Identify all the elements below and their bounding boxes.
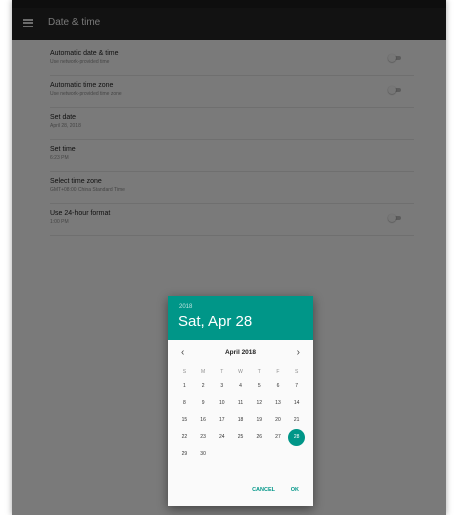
calendar-week: 1 2 3 4 5 6 7 xyxy=(175,380,306,392)
calendar-day-selected-label: 28 xyxy=(293,434,300,440)
calendar-day[interactable]: 22 xyxy=(175,431,194,443)
calendar-week: 15 16 17 18 19 20 21 xyxy=(175,414,306,426)
calendar-week: 29 30 xyxy=(175,448,306,460)
weekday-label: M xyxy=(200,369,206,375)
weekday-label: S xyxy=(295,369,299,375)
calendar-week: 8 9 10 11 12 13 14 xyxy=(175,397,306,409)
calendar-day[interactable]: 7 xyxy=(287,380,306,392)
calendar-day-selected[interactable]: 28 xyxy=(287,428,306,446)
calendar-day[interactable]: 11 xyxy=(231,397,250,409)
calendar-day[interactable]: 30 xyxy=(194,448,213,460)
calendar-day[interactable]: 21 xyxy=(287,414,306,426)
date-picker-dialog: 2018 Sat, Apr 28 ‹ April 2018 › S M T W … xyxy=(168,296,313,506)
calendar-day[interactable]: 10 xyxy=(212,397,231,409)
calendar-day-empty xyxy=(269,448,288,460)
calendar-day[interactable]: 25 xyxy=(231,431,250,443)
month-label: April 2018 xyxy=(224,349,257,356)
screen: Date & time Automatic date & time Use ne… xyxy=(12,0,446,515)
calendar-day[interactable]: 18 xyxy=(231,414,250,426)
calendar-day[interactable]: 5 xyxy=(250,380,269,392)
calendar-day-empty xyxy=(250,448,269,460)
weekday-label: T xyxy=(257,369,261,375)
calendar-day[interactable]: 14 xyxy=(287,397,306,409)
calendar-day[interactable]: 8 xyxy=(175,397,194,409)
weekday-header: S M T W T F S xyxy=(175,366,306,378)
ok-button[interactable]: OK xyxy=(291,484,299,496)
weekday-label: F xyxy=(276,369,280,375)
calendar-day[interactable]: 4 xyxy=(231,380,250,392)
calendar-day[interactable]: 2 xyxy=(194,380,213,392)
calendar-day[interactable]: 24 xyxy=(212,431,231,443)
calendar-day-empty xyxy=(231,448,250,460)
chevron-right-icon[interactable]: › xyxy=(297,346,300,360)
selected-date[interactable]: Sat, Apr 28 xyxy=(178,313,252,330)
calendar-day[interactable]: 23 xyxy=(194,431,213,443)
weekday-label: W xyxy=(238,369,243,375)
calendar-day[interactable]: 16 xyxy=(194,414,213,426)
dialog-actions: CANCEL OK xyxy=(168,484,313,496)
calendar-day[interactable]: 12 xyxy=(250,397,269,409)
calendar-day[interactable]: 19 xyxy=(250,414,269,426)
month-navigation: ‹ April 2018 › xyxy=(168,346,313,360)
calendar-day[interactable]: 1 xyxy=(175,380,194,392)
selected-year[interactable]: 2018 xyxy=(179,304,192,310)
weekday-label: T xyxy=(220,369,224,375)
calendar-day[interactable]: 26 xyxy=(250,431,269,443)
calendar-day[interactable]: 13 xyxy=(269,397,288,409)
calendar-day[interactable]: 17 xyxy=(212,414,231,426)
calendar-day[interactable]: 15 xyxy=(175,414,194,426)
weekday-label: S xyxy=(182,369,187,375)
calendar-week: 22 23 24 25 26 27 28 xyxy=(175,428,306,446)
calendar-day[interactable]: 9 xyxy=(194,397,213,409)
calendar-day-empty xyxy=(287,448,306,460)
calendar-day-empty xyxy=(212,448,231,460)
calendar-day[interactable]: 20 xyxy=(269,414,288,426)
calendar-day[interactable]: 29 xyxy=(175,448,194,460)
calendar-day[interactable]: 27 xyxy=(269,431,288,443)
calendar-day[interactable]: 3 xyxy=(212,380,231,392)
date-picker-header: 2018 Sat, Apr 28 xyxy=(168,296,313,340)
cancel-button[interactable]: CANCEL xyxy=(252,484,275,496)
calendar-day[interactable]: 6 xyxy=(269,380,288,392)
